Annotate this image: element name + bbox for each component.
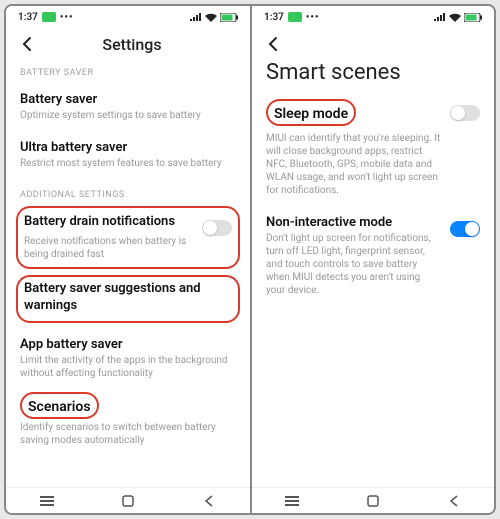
header [252,28,494,54]
section-battery-saver-label: BATTERY SAVER [20,68,236,78]
item-sub: Identify scenarios to switch between bat… [20,421,236,447]
signal-icon [190,13,202,22]
battery-icon [464,13,482,22]
item-title: Battery saver suggestions and warnings [24,281,232,315]
highlight-suggestions: Battery saver suggestions and warnings [16,275,240,323]
item-non-interactive-mode[interactable]: Non-interactive mode Don't light up scre… [266,209,480,303]
toggle-non-interactive[interactable] [450,221,480,237]
item-title: Non-interactive mode [266,215,442,230]
status-bar: 1:37 ••• [6,6,250,28]
item-sub: Don't light up screen for notifications,… [266,232,442,297]
page-title: Settings [26,35,238,54]
phone-right: 1:37 ••• Smart scenes Sleep mode [250,6,494,513]
smart-scenes-content: Sleep mode MIUI can identify that you're… [252,95,494,487]
highlight-drain-notifications: Battery drain notifications Receive noti… [16,206,240,269]
status-dots: ••• [306,12,320,23]
item-sub: Optimize system settings to save battery [20,109,236,122]
nav-recent-button[interactable] [38,492,56,510]
item-app-battery-saver[interactable]: App battery saver Limit the activity of … [20,329,236,390]
item-title: Ultra battery saver [20,140,236,155]
nav-bar [252,487,494,513]
toggle-sleep-mode[interactable] [450,105,480,121]
item-sub: Limit the activity of the apps in the ba… [20,354,236,380]
item-battery-drain-notifications[interactable]: Battery drain notifications Receive noti… [24,212,232,263]
item-title: Battery saver [20,92,236,107]
item-sleep-mode[interactable]: Sleep mode MIUI can identify that you're… [266,95,480,209]
item-battery-saver[interactable]: Battery saver Optimize system settings t… [20,84,236,132]
status-dots: ••• [60,12,74,23]
item-sub: Restrict most system features to save ba… [20,157,236,170]
phone-left: 1:37 ••• Settings BATTERY SAVER Battery … [6,6,250,513]
item-title: Scenarios [28,399,91,415]
item-ultra-battery-saver[interactable]: Ultra battery saver Restrict most system… [20,132,236,180]
status-time: 1:37 [18,12,38,23]
battery-icon [220,13,238,22]
section-additional-label: ADDITIONAL SETTINGS [20,190,236,200]
status-badge-icon [42,12,56,22]
settings-content: BATTERY SAVER Battery saver Optimize sys… [6,58,250,487]
item-sub: Receive notifications when battery is be… [24,235,194,261]
header: Settings [6,28,250,58]
nav-home-button[interactable] [119,492,137,510]
highlight-scenarios: Scenarios [20,392,99,419]
item-sub: MIUI can identify that you're sleeping. … [266,132,442,197]
wifi-icon [205,13,217,22]
nav-bar [6,487,250,513]
status-badge-icon [288,12,302,22]
status-time: 1:37 [264,12,284,23]
item-title: Battery drain notifications [24,214,194,229]
page-title: Smart scenes [252,54,494,95]
item-scenarios[interactable]: Scenarios Identify scenarios to switch b… [20,390,236,457]
item-title: App battery saver [20,337,236,352]
highlight-sleep-mode: Sleep mode [266,99,356,126]
wifi-icon [449,13,461,22]
signal-icon [434,13,446,22]
nav-back-button[interactable] [445,492,463,510]
nav-home-button[interactable] [364,492,382,510]
nav-recent-button[interactable] [283,492,301,510]
toggle-drain-notifications[interactable] [202,220,232,236]
item-battery-saver-suggestions[interactable]: Battery saver suggestions and warnings [24,281,232,315]
item-title: Sleep mode [274,106,348,122]
status-bar: 1:37 ••• [252,6,494,28]
nav-back-button[interactable] [200,492,218,510]
back-button[interactable] [264,34,284,54]
